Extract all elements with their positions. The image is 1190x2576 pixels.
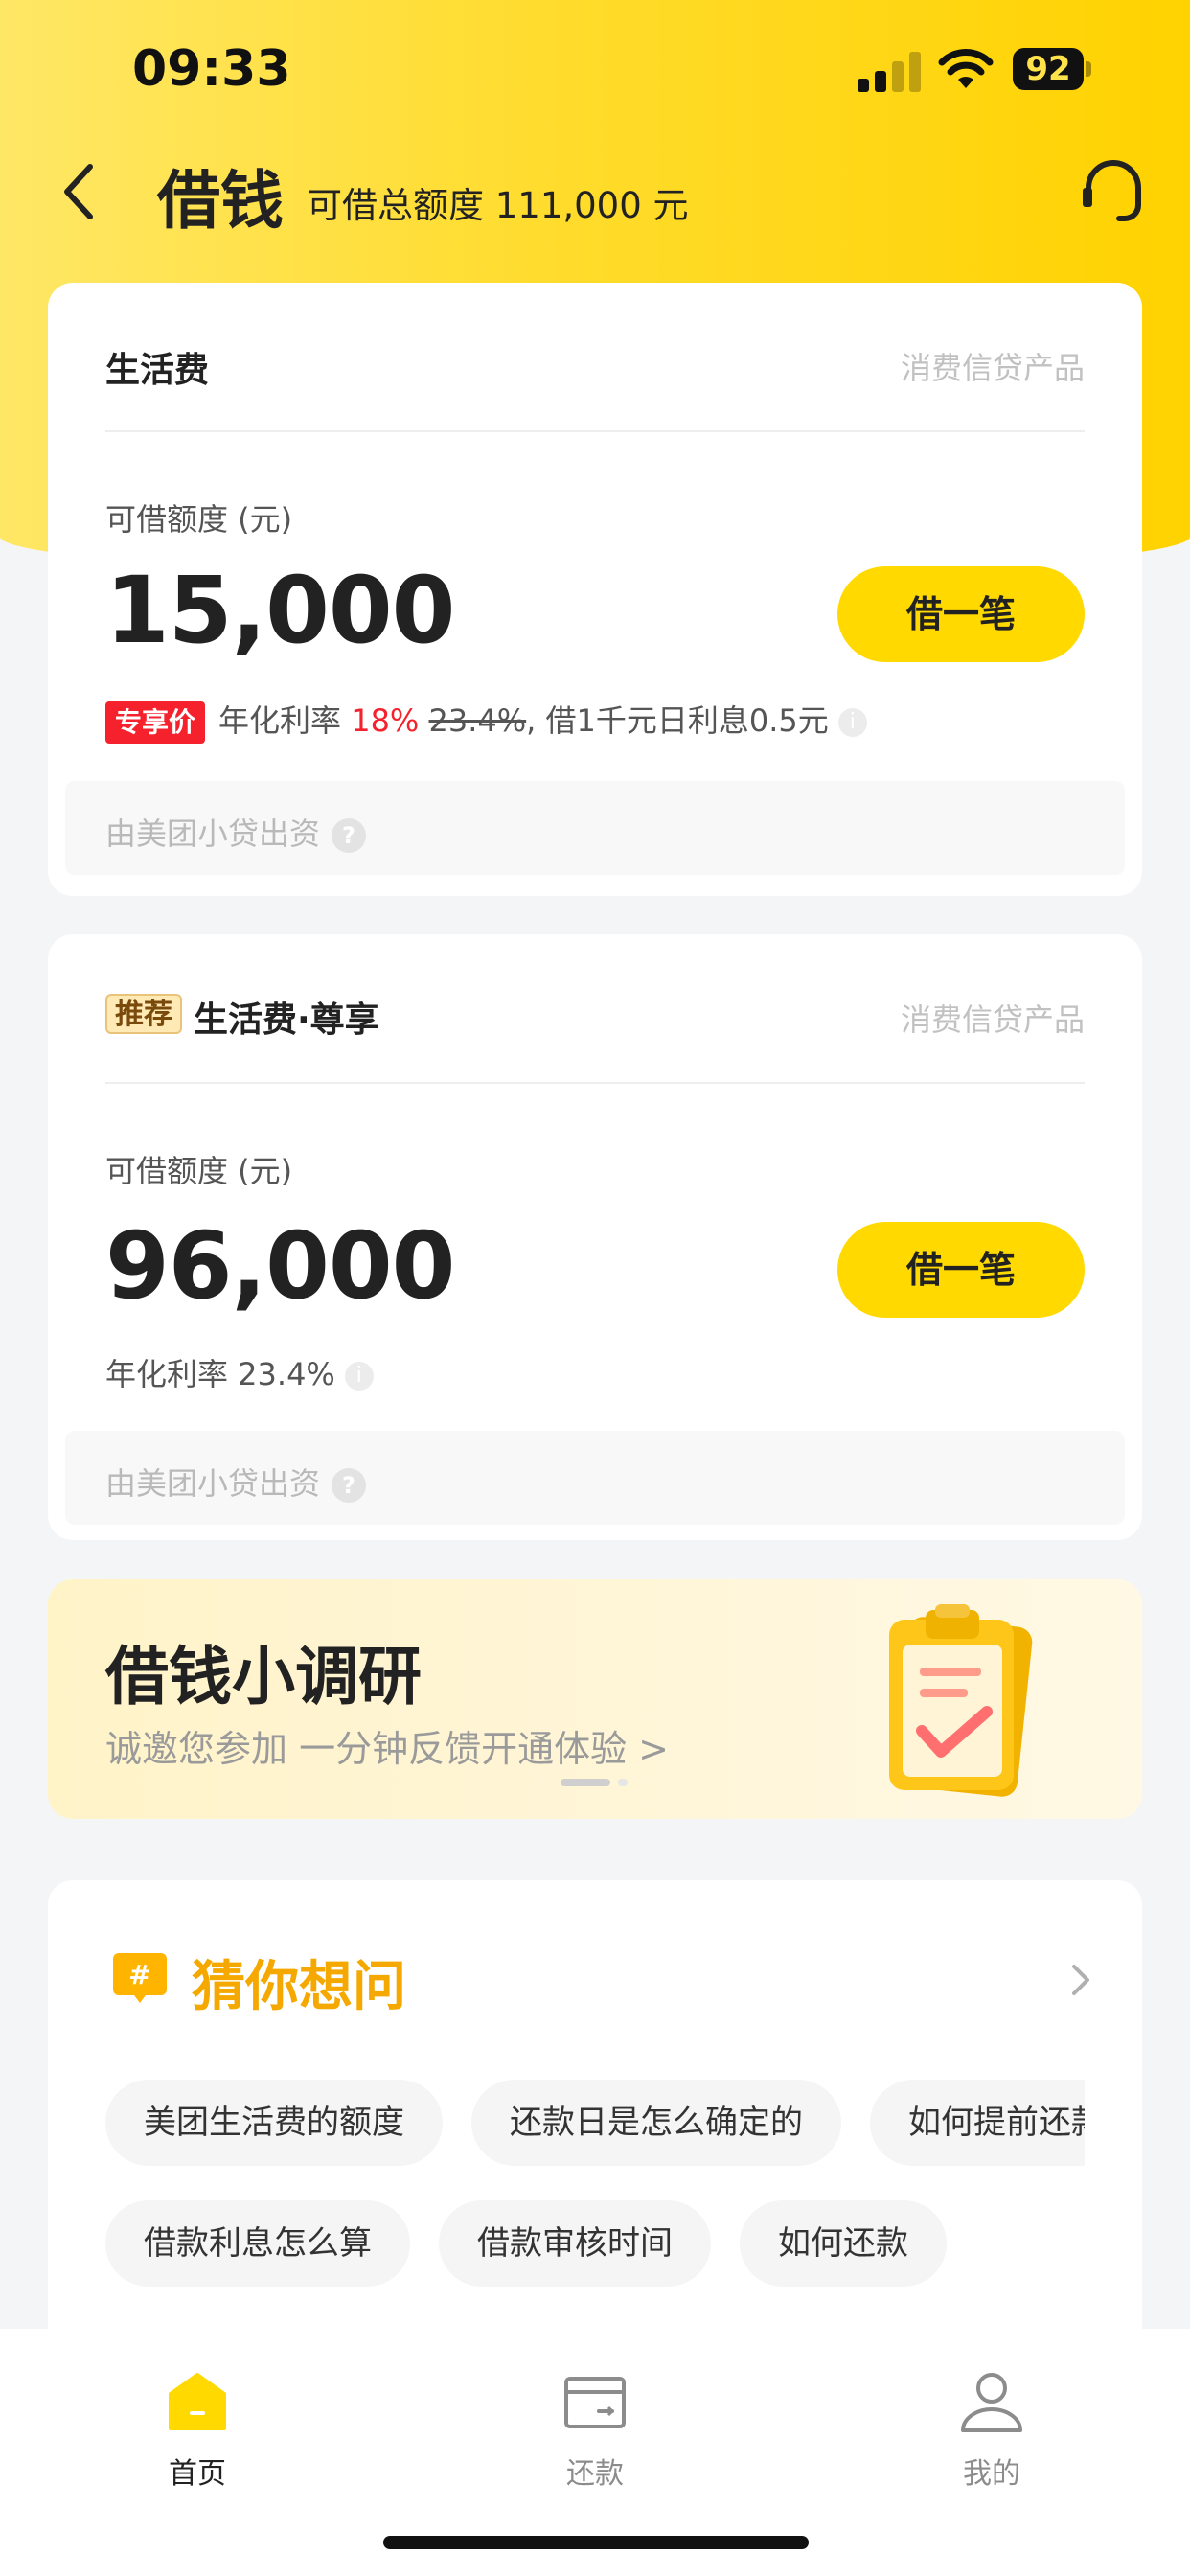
user-icon bbox=[961, 2373, 1022, 2432]
home-indicator bbox=[383, 2536, 809, 2549]
chevron-right-icon[interactable] bbox=[1065, 1961, 1094, 1999]
funder-bar: 由美团小贷出资? bbox=[65, 781, 1125, 875]
rate-discount: 18% bbox=[351, 702, 420, 739]
tab-label: 还款 bbox=[566, 2457, 624, 2491]
recommend-badge: 推荐 bbox=[105, 994, 182, 1034]
funder-text: 由美团小贷出资? bbox=[105, 810, 367, 854]
card-header: 生活费 消费信贷产品 bbox=[105, 283, 1085, 432]
question-chip-row: 美团生活费的额度 还款日是怎么确定的 如何提前还款 bbox=[105, 2080, 1085, 2166]
limit-label: 可借额度 (元) bbox=[105, 501, 293, 538]
battery-icon: 92 bbox=[1013, 48, 1091, 90]
question-chip-row: 借款利息怎么算 借款审核时间 如何还款 bbox=[105, 2200, 1085, 2287]
card-title: 生活费 bbox=[105, 351, 210, 390]
status-time: 09:33 bbox=[132, 40, 291, 98]
battery-level: 92 bbox=[1013, 48, 1084, 90]
tab-label: 首页 bbox=[169, 2457, 226, 2491]
faq-title: 猜你想问 bbox=[192, 1956, 406, 2018]
rate-prefix: 年化利率 bbox=[218, 702, 352, 739]
limit-label: 可借额度 (元) bbox=[105, 1153, 293, 1189]
card-title: 生活费·尊享 bbox=[194, 1000, 379, 1040]
card-category: 消费信贷产品 bbox=[900, 1001, 1085, 1038]
info-icon[interactable]: i bbox=[344, 1362, 374, 1391]
funder-text: 由美团小贷出资? bbox=[105, 1460, 367, 1504]
funder-bar: 由美团小贷出资? bbox=[65, 1431, 1125, 1525]
rate-suffix: , 借1千元日利息0.5元 bbox=[526, 702, 829, 739]
limit-value: 15,000 bbox=[105, 557, 455, 664]
rate-text: 年化利率 23.4% bbox=[105, 1356, 335, 1392]
limit-value: 96,000 bbox=[105, 1212, 455, 1320]
headset-icon[interactable] bbox=[1077, 155, 1150, 228]
borrow-button[interactable]: 借一笔 bbox=[837, 1222, 1085, 1318]
loan-card-living-expense: 生活费 消费信贷产品 可借额度 (元) 15,000 借一笔 专享价 年化利率 1… bbox=[48, 283, 1142, 896]
question-chip[interactable]: 如何提前还款 bbox=[870, 2080, 1085, 2166]
card-header: 推荐 生活费·尊享 消费信贷产品 bbox=[105, 934, 1085, 1084]
page: 09:33 92 借钱 可借总额度 111,000 元 生活费 消费信贷产品 可… bbox=[0, 0, 1190, 2576]
tab-label: 我的 bbox=[963, 2457, 1020, 2491]
home-icon bbox=[169, 2373, 226, 2430]
hashtag-bubble-icon: # bbox=[113, 1953, 167, 2003]
tab-repay[interactable]: 还款 bbox=[499, 2350, 691, 2494]
tab-mine[interactable]: 我的 bbox=[896, 2350, 1087, 2494]
total-limit-text: 可借总额度 111,000 元 bbox=[307, 185, 689, 226]
borrow-button[interactable]: 借一笔 bbox=[837, 566, 1085, 662]
svg-text:#: # bbox=[128, 1959, 150, 1990]
rate-row: 年化利率 23.4% i bbox=[105, 1350, 374, 1394]
question-chip[interactable]: 借款审核时间 bbox=[439, 2200, 711, 2287]
info-icon[interactable]: i bbox=[837, 708, 867, 737]
carousel-indicator bbox=[561, 1779, 637, 1788]
rate-row: 专享价 年化利率 18% 23.4%, 借1千元日利息0.5元 i bbox=[105, 697, 867, 744]
clipboard-icon bbox=[889, 1604, 1033, 1797]
faq-card: # 猜你想问 美团生活费的额度 还款日是怎么确定的 如何提前还款 借款利息怎么算 借款… bbox=[48, 1880, 1142, 2379]
question-chip[interactable]: 美团生活费的额度 bbox=[105, 2080, 443, 2166]
rate-original: 23.4% bbox=[428, 702, 527, 739]
cellular-signal-icon bbox=[858, 50, 921, 92]
card-category: 消费信贷产品 bbox=[900, 350, 1085, 386]
question-chip[interactable]: 如何还款 bbox=[740, 2200, 947, 2287]
wallet-icon bbox=[564, 2377, 626, 2428]
page-title: 借钱 bbox=[157, 164, 284, 238]
exclusive-price-badge: 专享价 bbox=[105, 702, 206, 744]
wifi-icon bbox=[938, 49, 994, 88]
question-chip[interactable]: 借款利息怎么算 bbox=[105, 2200, 410, 2287]
loan-card-premium: 推荐 生活费·尊享 消费信贷产品 可借额度 (元) 96,000 借一笔 年化利… bbox=[48, 934, 1142, 1540]
question-chip[interactable]: 还款日是怎么确定的 bbox=[471, 2080, 841, 2166]
tab-home[interactable]: 首页 bbox=[102, 2350, 293, 2494]
banner-title: 借钱小调研 bbox=[105, 1640, 422, 1714]
banner-subtitle: 诚邀您参加 一分钟反馈开通体验 > bbox=[105, 1728, 669, 1770]
status-bar: 09:33 92 bbox=[0, 0, 1190, 144]
survey-banner[interactable]: 借钱小调研 诚邀您参加 一分钟反馈开通体验 > bbox=[48, 1579, 1142, 1819]
question-icon[interactable]: ? bbox=[332, 1468, 367, 1503]
question-icon[interactable]: ? bbox=[332, 818, 367, 853]
chevron-left-icon[interactable] bbox=[56, 157, 102, 226]
